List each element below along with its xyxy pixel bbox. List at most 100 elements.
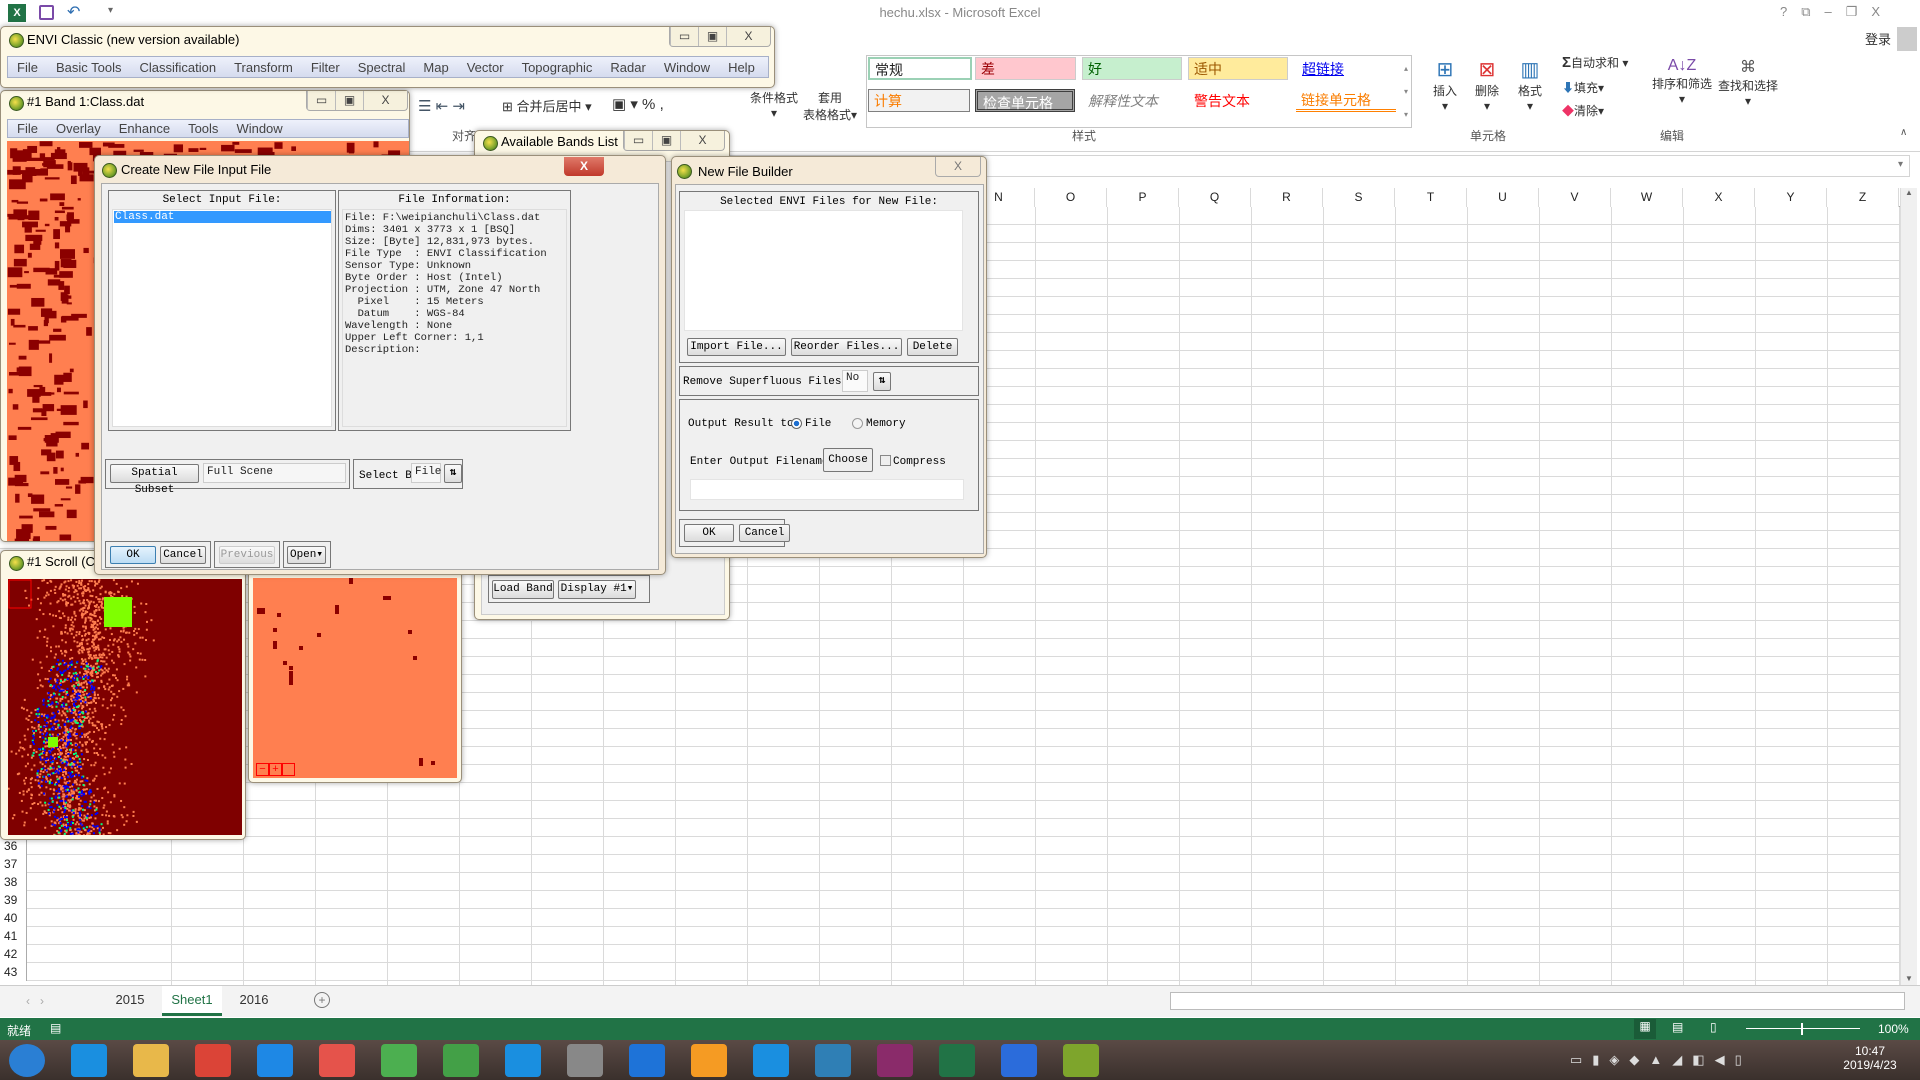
window-controls[interactable]: ▭ ▣ X [623,131,725,151]
input-file-list[interactable]: Class.dat [112,209,332,427]
style-warning[interactable]: 警告文本 [1188,89,1288,112]
style-neutral[interactable]: 适中 [1188,57,1288,80]
format-button[interactable]: ▥ 格式 ▾ [1515,57,1545,113]
page-layout-icon[interactable]: ▤ [1672,1020,1683,1034]
minimize-button[interactable]: ▭ [670,27,698,46]
clear-button[interactable]: ◆清除▾ [1562,102,1604,119]
menu-filter[interactable]: Filter [302,60,349,75]
style-normal[interactable]: 常规 [868,57,972,80]
delete-button[interactable]: Delete [907,338,958,356]
menu-map[interactable]: Map [414,60,457,75]
column-header[interactable]: S [1323,188,1395,207]
vertical-scrollbar[interactable]: ▲ ▼ [1900,188,1917,985]
display-select[interactable]: Display #1▾ [558,580,636,599]
delete-button[interactable]: ⊠ 删除 ▾ [1472,57,1502,113]
column-header[interactable]: T [1395,188,1467,207]
sign-in-link[interactable]: 登录 [1865,29,1891,48]
taskbar-app-grid-icon[interactable] [381,1044,417,1077]
align-icons[interactable]: ☰ ⇤ ⇥ [418,97,465,115]
close-button[interactable]: X [363,91,407,110]
scroll-up-icon[interactable]: ▲ [1901,188,1917,197]
menu-enhance[interactable]: Enhance [110,121,179,136]
row-header[interactable]: 42 [0,945,27,963]
close-button[interactable]: X [1871,4,1880,20]
file-list-item-selected[interactable]: Class.dat [114,211,331,223]
toggle-select-by-button[interactable]: ⇅ [444,464,462,483]
taskbar-baidu-netdisk-icon[interactable] [319,1044,355,1077]
style-check-cell[interactable]: 检查单元格 [975,89,1075,112]
zoom-out-icon[interactable]: − [256,763,269,776]
zoom-level[interactable]: 100% [1878,1022,1909,1036]
row-header[interactable]: 40 [0,909,27,927]
restore-button[interactable]: ❐ [1846,4,1858,20]
close-button[interactable]: X [935,157,981,177]
horizontal-scrollbar[interactable] [1170,992,1905,1010]
style-explanatory[interactable]: 解释性文本 [1082,89,1182,112]
row-header[interactable]: 37 [0,855,27,873]
help-button[interactable]: ? [1780,4,1787,20]
taskbar-ie-icon[interactable] [505,1044,541,1077]
window-controls[interactable]: ? ⧉ – ❐ X [1780,4,1880,20]
fill-button[interactable]: ⬇填充▾ [1562,79,1604,96]
maximize-button[interactable]: ▣ [698,27,726,46]
selected-files-list[interactable] [684,210,963,331]
autosum-button[interactable]: Σ自动求和 ▾ [1562,54,1628,71]
gallery-scroll[interactable]: ▴ ▾ ▾ [1400,57,1412,127]
taskbar-wps-icon[interactable] [1001,1044,1037,1077]
tab-scroll-arrows[interactable]: ‹ › [26,994,44,1008]
menu-basic-tools[interactable]: Basic Tools [47,60,131,75]
column-header[interactable]: V [1539,188,1611,207]
compress-checkbox[interactable] [880,455,891,466]
column-header[interactable]: P [1107,188,1179,207]
taskbar-excel-icon[interactable] [939,1044,975,1077]
insert-button[interactable]: ⊞ 插入 ▾ [1430,57,1460,113]
taskbar-explorer-icon[interactable] [133,1044,169,1077]
output-filename-input[interactable] [690,479,964,500]
zoom-slider-thumb[interactable] [1801,1023,1803,1035]
choose-button[interactable]: Choose [823,448,873,472]
ribbon-display-button[interactable]: ⧉ [1801,4,1810,20]
open-dropdown-button[interactable]: Open▾ [287,546,326,564]
zoom-image[interactable] [253,578,457,778]
maximize-button[interactable]: ▣ [652,131,680,150]
taskbar-uc-browser-icon[interactable] [691,1044,727,1077]
cancel-button[interactable]: Cancel [739,524,790,542]
style-good[interactable]: 好 [1082,57,1182,80]
menu-radar[interactable]: Radar [601,60,654,75]
taskbar-chrome-icon[interactable] [195,1044,231,1077]
menu-tools[interactable]: Tools [179,121,227,136]
menu-classification[interactable]: Classification [130,60,225,75]
taskbar-b-app-icon[interactable] [629,1044,665,1077]
taskbar-qq-browser-icon[interactable] [257,1044,293,1077]
taskbar-start-icon[interactable] [9,1044,45,1077]
radio-file[interactable] [791,418,802,429]
zoom-controls[interactable]: − + [256,763,295,776]
collapse-ribbon-icon[interactable]: ∧ [1900,127,1907,138]
sort-filter-button[interactable]: A↓Z 排序和筛选 ▾ [1650,57,1714,106]
taskbar-winrar-icon[interactable] [877,1044,913,1077]
style-calculation[interactable]: 计算 [868,89,970,112]
row-header[interactable]: 38 [0,873,27,891]
style-linked-cell[interactable]: 链接单元格 [1296,89,1396,112]
zoom-slider[interactable] [1746,1028,1860,1029]
row-header[interactable]: 43 [0,963,27,981]
column-header[interactable]: W [1611,188,1683,207]
toggle-remove-button[interactable]: ⇅ [873,372,891,391]
load-band-button[interactable]: Load Band [492,580,554,599]
clock[interactable]: 10:47 2019/4/23 [1835,1044,1905,1072]
menu-overlay[interactable]: Overlay [47,121,110,136]
taskbar-envi-icon[interactable] [1063,1044,1099,1077]
menu-help[interactable]: Help [719,60,764,75]
import-file-button[interactable]: Import File... [687,338,786,356]
scroll-image[interactable] [8,579,242,835]
menu-topographic[interactable]: Topographic [513,60,602,75]
ok-button[interactable]: OK [684,524,734,542]
window-controls[interactable]: ▭ ▣ X [669,27,771,47]
minimize-button[interactable]: ▭ [307,91,335,110]
reorder-files-button[interactable]: Reorder Files... [791,338,902,356]
taskbar-media-icon[interactable] [567,1044,603,1077]
sheet-tab-sheet1[interactable]: Sheet1 [162,986,222,1016]
number-format-buttons[interactable]: ▣ ▾ % , [612,95,664,113]
user-avatar-icon[interactable] [1897,27,1917,51]
column-header[interactable]: Y [1755,188,1827,207]
